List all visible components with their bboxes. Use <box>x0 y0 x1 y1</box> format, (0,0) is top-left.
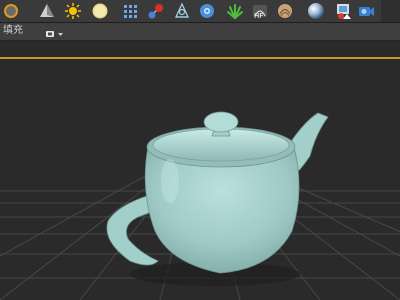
toolbar-overflow[interactable] <box>381 0 400 22</box>
gear-settings-icon[interactable] <box>198 2 216 20</box>
molecule-icon[interactable] <box>147 2 165 20</box>
hf-label: HF <box>254 12 263 20</box>
camera-dropdown-icon[interactable] <box>44 25 68 37</box>
perspective-viewport[interactable] <box>0 41 400 300</box>
hair-fur-icon[interactable] <box>276 2 294 20</box>
fill-label: 填充 <box>3 25 23 36</box>
viewport-subbar: 填充 <box>0 23 400 41</box>
sun-light-icon[interactable] <box>64 2 82 20</box>
camera-icon[interactable] <box>357 2 375 20</box>
scene-icon[interactable] <box>334 2 352 20</box>
sphere-light-icon[interactable] <box>91 2 109 20</box>
sphere-material-icon[interactable] <box>307 2 325 20</box>
bone-system-icon[interactable] <box>173 2 191 20</box>
hf-icon[interactable]: HF <box>251 2 269 20</box>
main-toolbar: HF <box>0 0 400 23</box>
plant-icon[interactable] <box>226 2 244 20</box>
cone-icon[interactable] <box>2 2 20 20</box>
pyramid-icon[interactable] <box>38 2 56 20</box>
particle-grid-icon[interactable] <box>121 2 139 20</box>
active-viewport-border <box>0 57 400 59</box>
viewport-scene <box>0 41 400 300</box>
teapot-lid-knob <box>203 111 239 133</box>
